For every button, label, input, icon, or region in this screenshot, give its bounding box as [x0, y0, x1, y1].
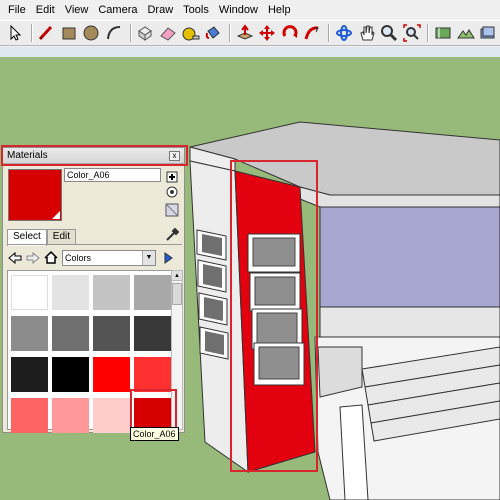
menu-file[interactable]: File — [4, 0, 32, 20]
swatch-tooltip: Color_A06 — [130, 427, 179, 441]
menu-camera[interactable]: Camera — [94, 0, 143, 20]
zoom-icon[interactable] — [378, 22, 400, 44]
orbit-icon[interactable] — [333, 22, 355, 44]
zoom-extents-icon[interactable] — [401, 22, 423, 44]
menu-tools[interactable]: Tools — [179, 0, 215, 20]
make-component-icon[interactable] — [135, 22, 157, 44]
menu-draw[interactable]: Draw — [143, 0, 179, 20]
default-material-icon[interactable] — [165, 203, 179, 217]
menu-help[interactable]: Help — [264, 0, 297, 20]
circle-icon[interactable] — [81, 22, 103, 44]
material-swatch[interactable] — [11, 316, 48, 351]
follow-me-icon[interactable] — [302, 22, 324, 44]
paint-bucket-icon[interactable] — [202, 22, 224, 44]
material-swatch[interactable] — [52, 357, 89, 392]
material-swatch[interactable] — [93, 275, 130, 310]
select-arrow-icon[interactable] — [4, 22, 26, 44]
materials-tabs: Select Edit — [7, 229, 77, 246]
tape-measure-icon[interactable] — [180, 22, 202, 44]
chevron-down-icon: ▼ — [142, 250, 155, 265]
material-swatch[interactable] — [134, 316, 171, 351]
push-pull-icon[interactable] — [234, 22, 256, 44]
material-swatch[interactable] — [11, 275, 48, 310]
scroll-thumb[interactable] — [172, 283, 182, 305]
menu-bar: File Edit View Camera Draw Tools Window … — [0, 0, 500, 20]
create-material-icon[interactable] — [165, 169, 179, 183]
material-swatch[interactable] — [52, 398, 89, 433]
toggle-terrain-icon[interactable] — [455, 22, 477, 44]
add-location-icon[interactable] — [432, 22, 454, 44]
material-swatch[interactable] — [134, 275, 171, 310]
menu-edit[interactable]: Edit — [32, 0, 61, 20]
material-swatch[interactable] — [11, 357, 48, 392]
material-swatch[interactable] — [11, 398, 48, 433]
material-swatch[interactable] — [134, 357, 171, 392]
title-highlight-box — [1, 145, 188, 166]
rotate-icon[interactable] — [279, 22, 301, 44]
tab-edit[interactable]: Edit — [46, 229, 77, 245]
pencil-line-icon[interactable] — [35, 22, 57, 44]
toolbar — [0, 20, 500, 46]
move-icon[interactable] — [257, 22, 279, 44]
back-arrow-icon[interactable] — [7, 250, 23, 266]
material-swatch[interactable] — [52, 275, 89, 310]
details-arrow-icon[interactable] — [160, 250, 176, 266]
material-swatch[interactable] — [93, 316, 130, 351]
current-material-preview — [8, 169, 62, 221]
library-nav-row: Colors ▼ — [7, 249, 183, 266]
material-swatch[interactable] — [93, 398, 130, 433]
material-swatch[interactable] — [52, 316, 89, 351]
get-models-icon[interactable] — [478, 22, 500, 44]
rectangle-icon[interactable] — [58, 22, 80, 44]
menu-view[interactable]: View — [61, 0, 95, 20]
toolbar-separator — [427, 24, 429, 42]
scroll-up-arrow-icon[interactable]: ▲ — [172, 271, 182, 281]
library-dropdown[interactable]: Colors ▼ — [62, 249, 156, 266]
menu-window[interactable]: Window — [215, 0, 264, 20]
material-swatch[interactable] — [93, 357, 130, 392]
home-icon[interactable] — [43, 250, 59, 266]
toolbar-separator — [328, 24, 330, 42]
library-dropdown-value: Colors — [65, 252, 92, 263]
forward-arrow-icon[interactable] — [25, 250, 41, 266]
toolbar-separator — [229, 24, 230, 42]
material-name-field[interactable]: Color_A06 — [64, 168, 161, 182]
eraser-icon[interactable] — [157, 22, 179, 44]
toolbar-separator — [129, 24, 131, 42]
tab-divider — [7, 244, 182, 245]
wall-highlight-box — [230, 160, 318, 472]
display-secondary-icon[interactable] — [165, 185, 179, 199]
pan-hand-icon[interactable] — [356, 22, 378, 44]
arc-icon[interactable] — [103, 22, 125, 44]
toolbar-separator — [30, 24, 32, 42]
eyedropper-icon[interactable] — [165, 228, 179, 242]
